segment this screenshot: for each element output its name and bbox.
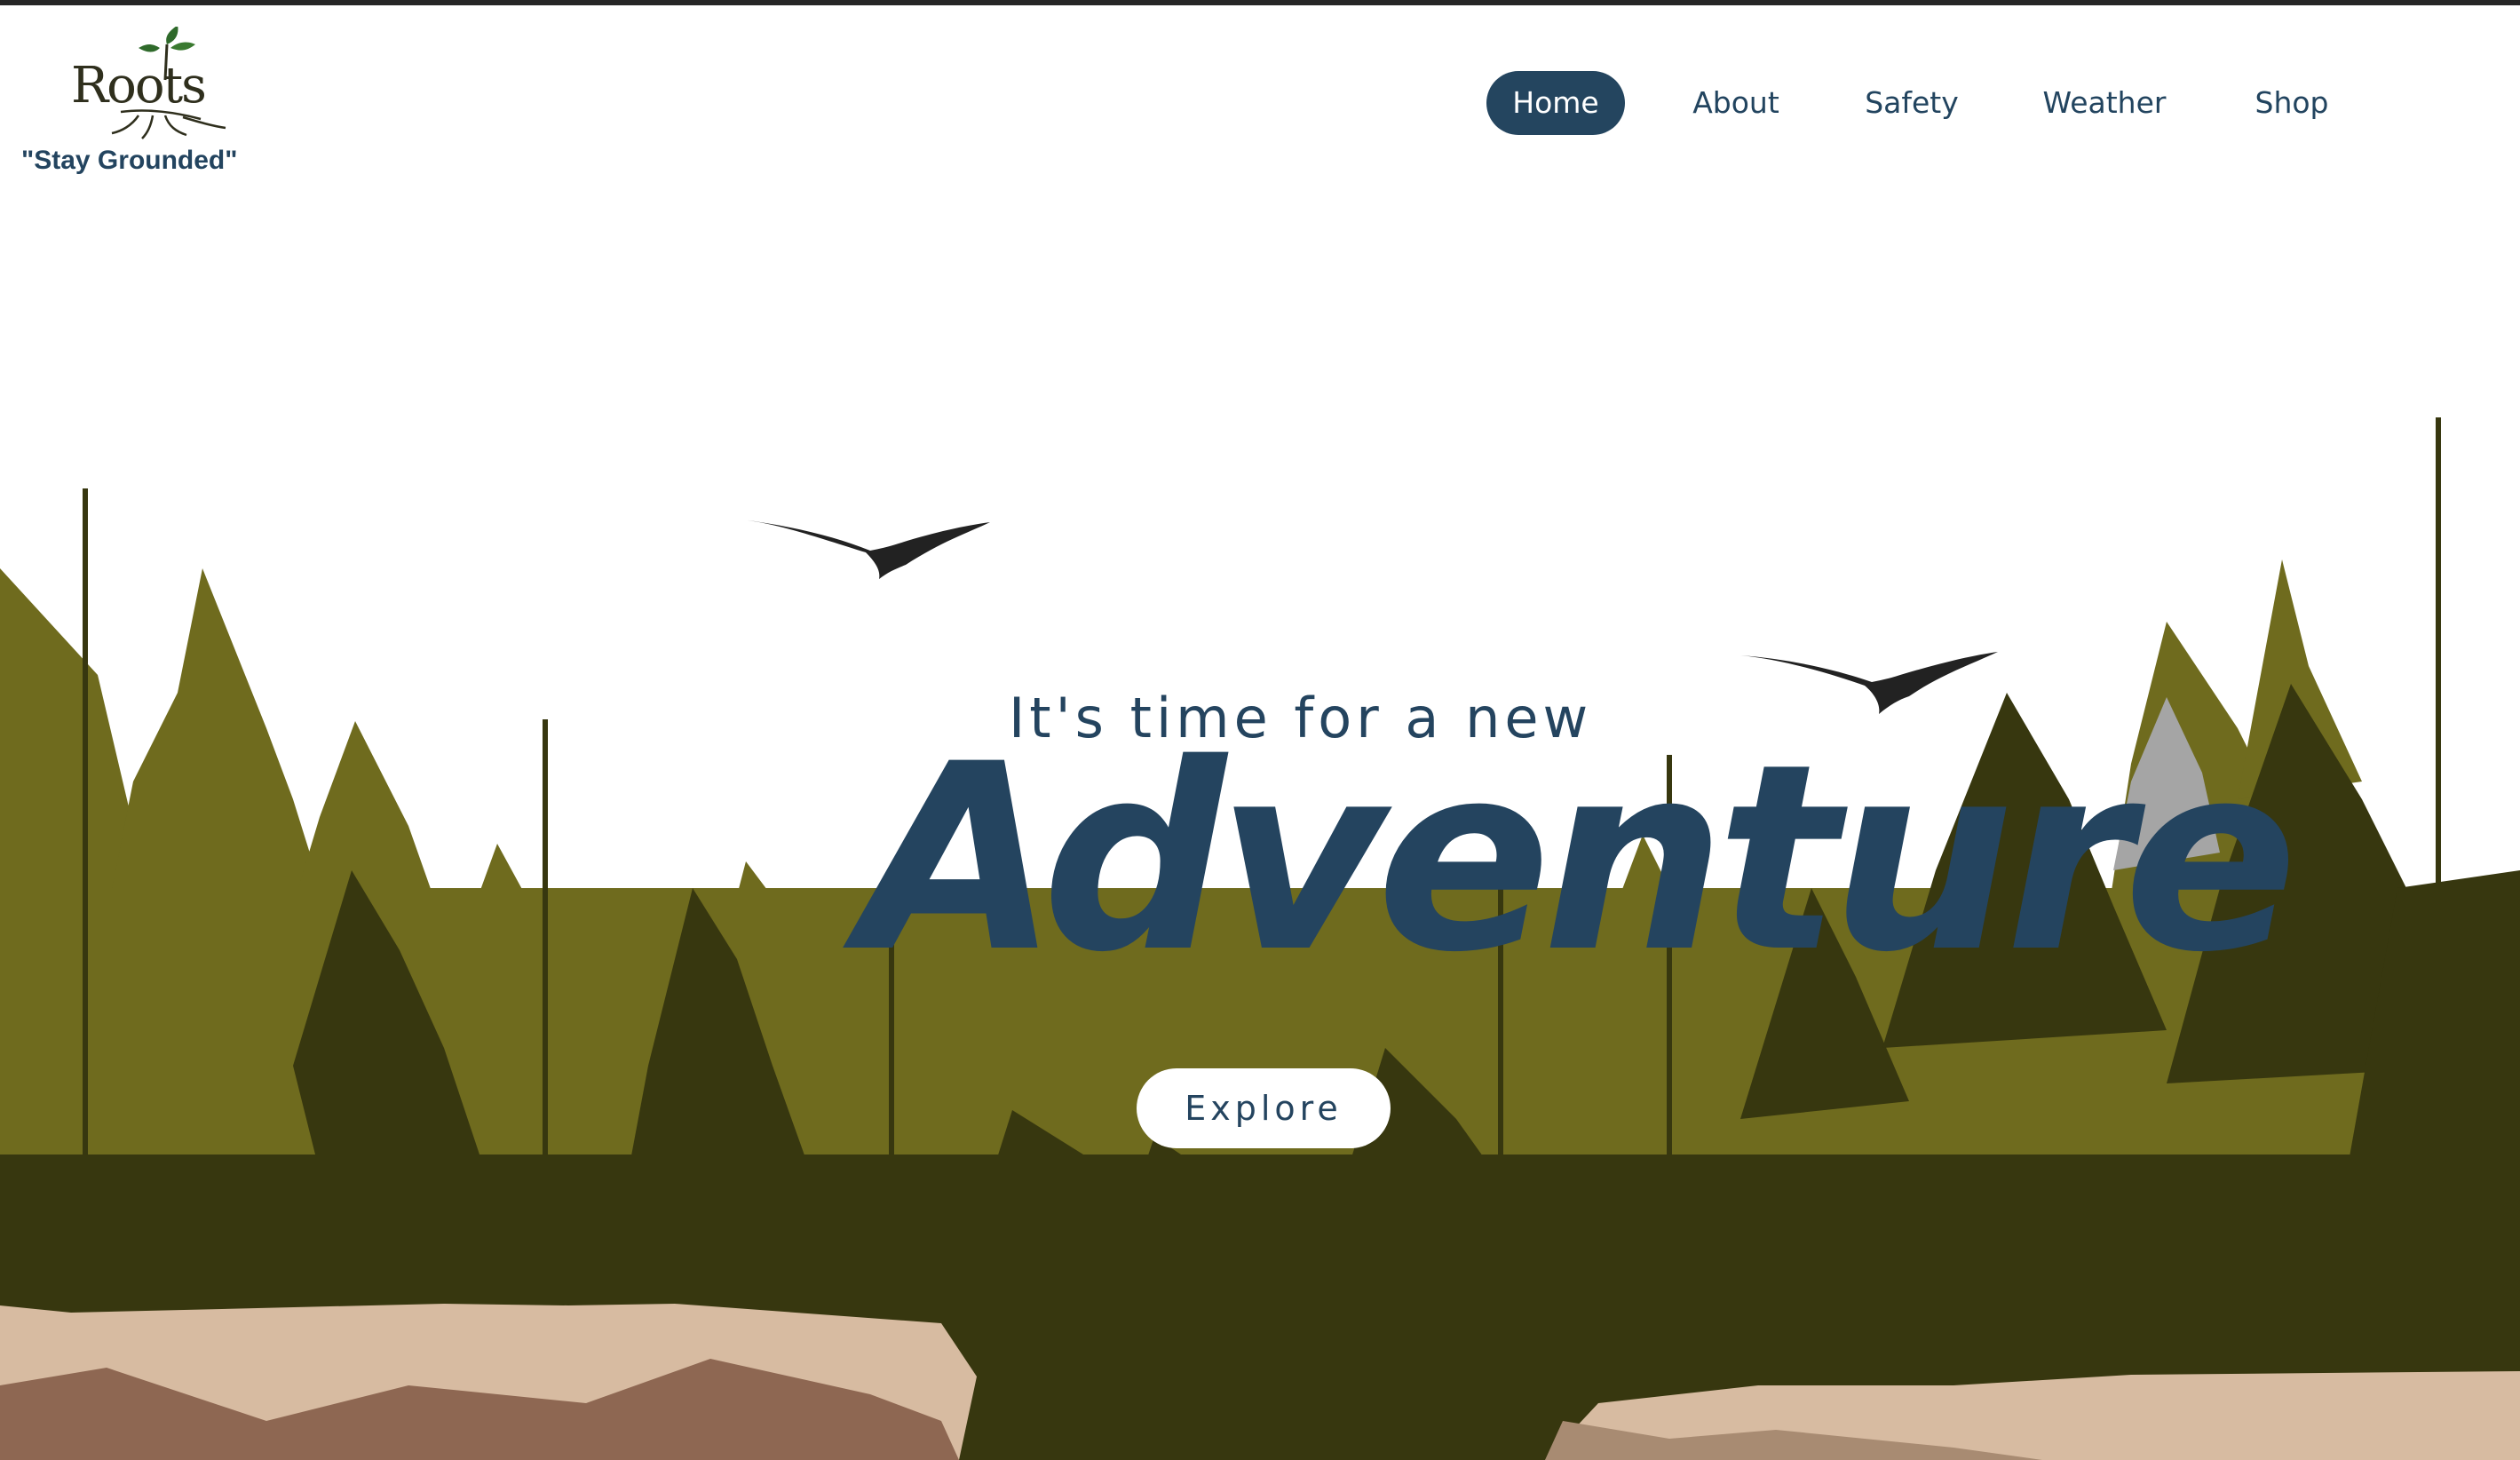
bird-icon [741, 520, 990, 579]
explore-button[interactable]: Explore [1137, 1068, 1391, 1148]
bird-icon [1740, 652, 1998, 714]
forest-scene [0, 417, 2520, 1460]
